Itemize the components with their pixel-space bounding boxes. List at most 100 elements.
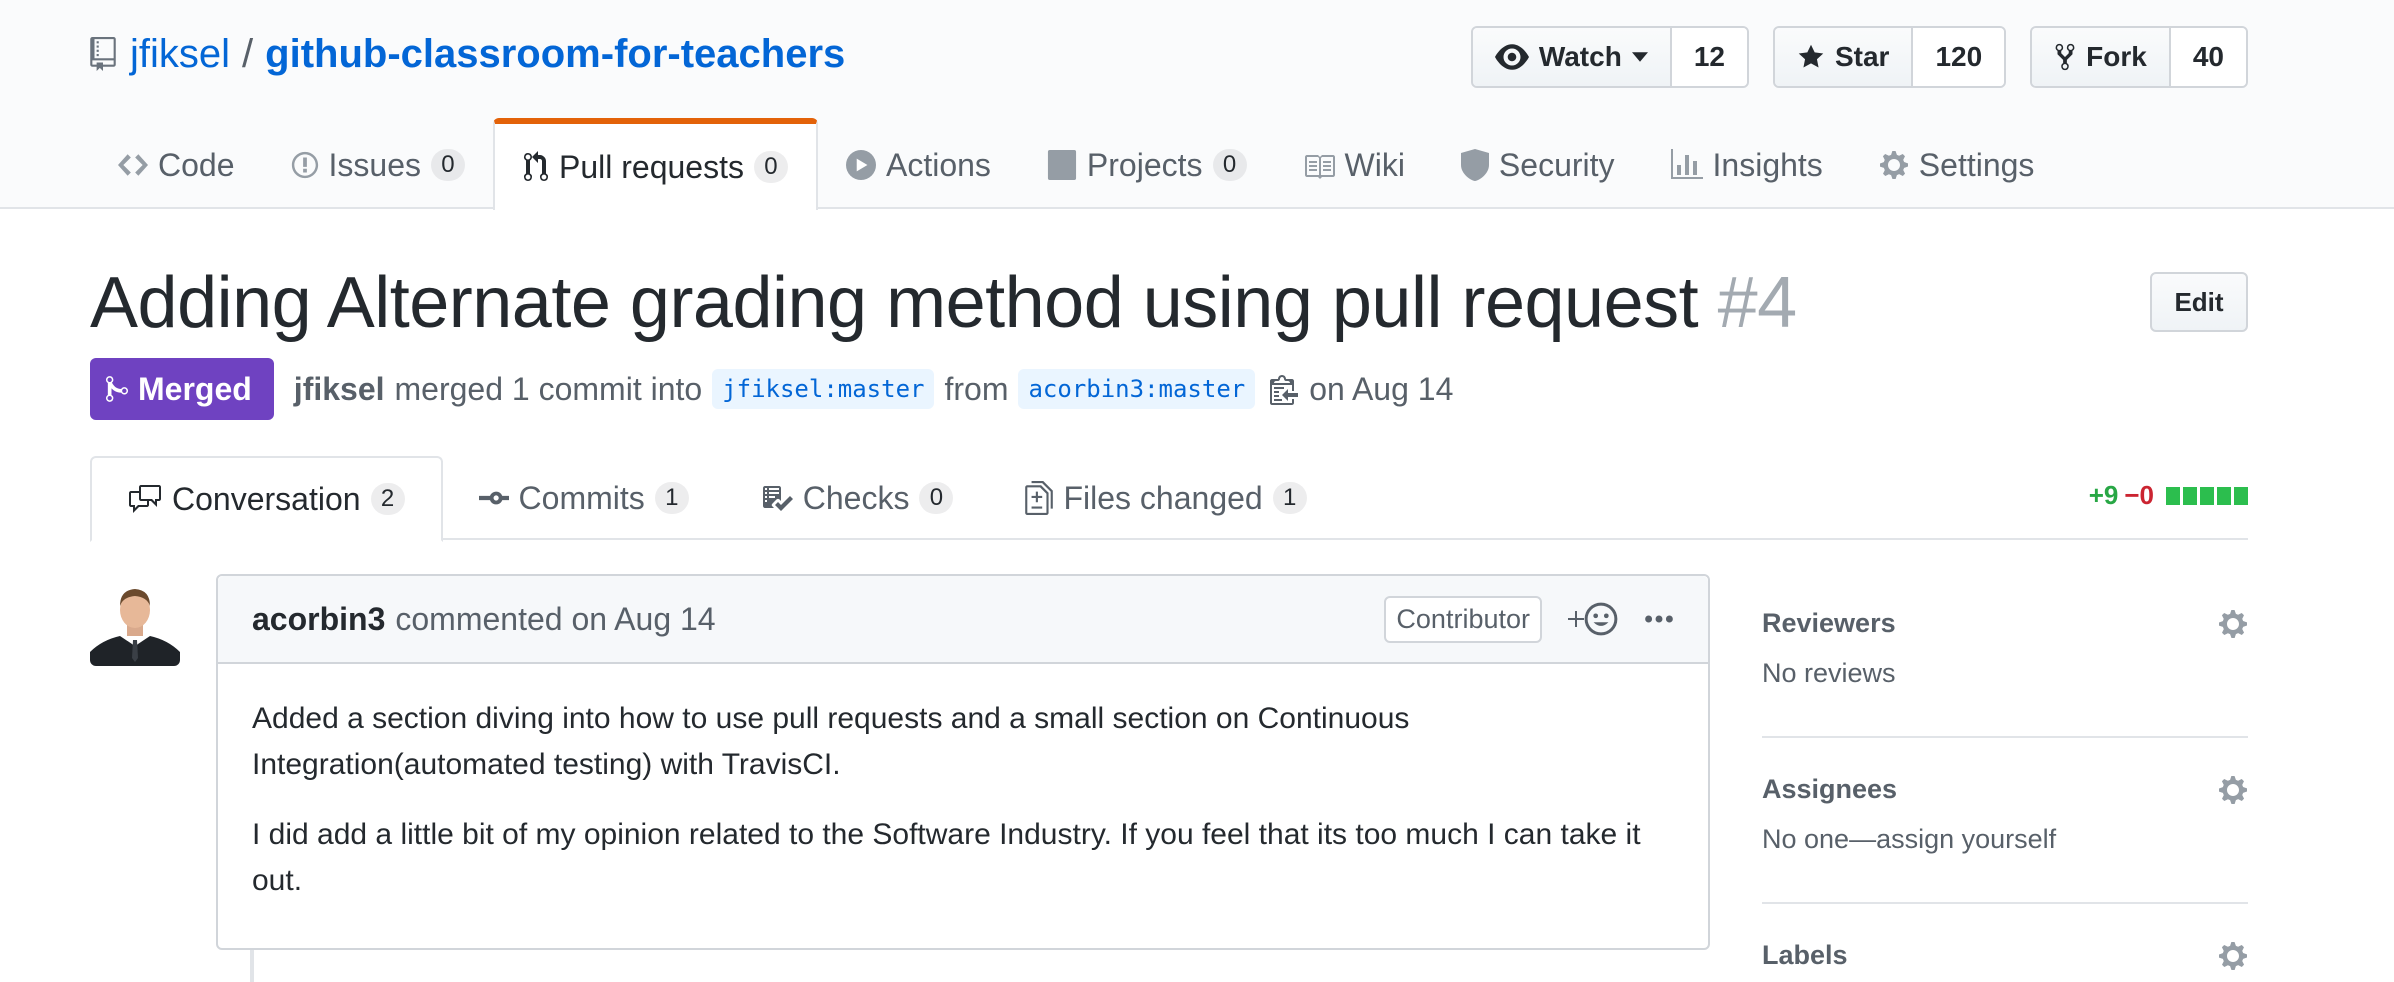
comment-author-link[interactable]: acorbin3 [252, 601, 385, 638]
fork-button[interactable]: Fork [2032, 28, 2171, 86]
shield-icon [1460, 149, 1489, 181]
play-icon [845, 150, 876, 180]
add-reaction-button[interactable] [1568, 602, 1618, 636]
labels-heading: Labels [1762, 939, 1848, 970]
head-branch[interactable]: acorbin3:master [1018, 369, 1256, 409]
star-icon [1797, 43, 1825, 71]
repo-nav-insights-label: Insights [1712, 146, 1823, 183]
watch-label: Watch [1538, 41, 1622, 72]
issues-counter: 0 [430, 149, 465, 181]
tab-conversation[interactable]: Conversation 2 [90, 456, 443, 542]
contributor-label: Contributor [1384, 595, 1542, 643]
sidebar-assignees: Assignees No one—assign yourself [1762, 738, 2248, 904]
tab-conversation-label: Conversation [172, 480, 361, 517]
pr-number: #4 [1717, 263, 1798, 343]
repo-nav: Code Issues 0 Pull requests 0 Actions Pr… [90, 118, 2063, 210]
labels-gear-icon[interactable] [2218, 940, 2248, 972]
comment-timestamp[interactable]: commented on Aug 14 [395, 601, 715, 638]
repo-name-link[interactable]: github-classroom-for-teachers [265, 32, 845, 77]
repo-title: jfiksel / github-classroom-for-teachers [90, 28, 845, 80]
comment-discussion-icon [128, 483, 162, 515]
conversation-counter: 2 [370, 483, 405, 515]
commits-counter: 1 [654, 482, 689, 514]
comment-paragraph: I did add a little bit of my opinion rel… [252, 818, 1641, 897]
pr-tabnav: Conversation 2 Commits 1 Checks 0 Files … [90, 456, 2248, 542]
repo-nav-issues-label: Issues [328, 146, 421, 183]
code-icon [118, 152, 148, 178]
commenter-avatar[interactable] [90, 576, 180, 666]
pr-title-text: Adding Alternate grading method using pu… [90, 263, 1699, 343]
eye-icon [1494, 44, 1529, 70]
diffstat-block [2234, 486, 2248, 505]
gear-icon [1879, 149, 1909, 181]
edit-title-button[interactable]: Edit [2150, 272, 2248, 332]
git-pull-request-icon [523, 151, 549, 183]
watch-button[interactable]: Watch [1472, 28, 1672, 86]
reviewers-value: No reviews [1762, 658, 1896, 688]
fork-icon [2054, 42, 2076, 72]
repo-nav-actions-label: Actions [885, 146, 991, 183]
star-button-group: Star 120 [1772, 26, 2007, 88]
repo-nav-security[interactable]: Security [1433, 120, 1643, 210]
tab-checks-label: Checks [802, 479, 910, 516]
assignees-value[interactable]: No one—assign yourself [1762, 824, 2248, 864]
comment-header: acorbin3 commented on Aug 14 Contributor [218, 576, 1708, 664]
plus-icon [1568, 611, 1584, 627]
repo-nav-projects[interactable]: Projects 0 [1019, 120, 1275, 210]
repo-nav-security-label: Security [1498, 146, 1615, 183]
diffstat-block [2183, 486, 2197, 505]
star-count[interactable]: 120 [1913, 28, 2005, 86]
repo-nav-pull-requests[interactable]: Pull requests 0 [492, 118, 818, 210]
tab-checks[interactable]: Checks 0 [725, 456, 990, 540]
tab-commits[interactable]: Commits 1 [443, 456, 725, 540]
reviewers-heading: Reviewers [1762, 607, 1896, 638]
repo-nav-wiki[interactable]: Wiki [1275, 120, 1433, 210]
diffstat: +9 −0 [2089, 480, 2248, 511]
star-button[interactable]: Star [1774, 28, 1914, 86]
star-label: Star [1834, 41, 1890, 72]
fork-label: Fork [2086, 41, 2147, 72]
diffstat-block [2166, 486, 2180, 505]
comment-paragraph: Added a section diving into how to use p… [252, 702, 1410, 781]
tab-files-changed-label: Files changed [1063, 479, 1263, 516]
sidebar-labels: Labels [1762, 904, 2248, 978]
repo-nav-projects-label: Projects [1086, 146, 1203, 183]
diffstat-block [2200, 486, 2214, 505]
repo-nav-actions[interactable]: Actions [818, 120, 1019, 210]
repo-nav-settings-label: Settings [1918, 146, 2035, 183]
repo-nav-code[interactable]: Code [90, 120, 263, 210]
base-branch[interactable]: jfiksel:master [712, 369, 935, 409]
clippy-icon[interactable] [1269, 373, 1299, 405]
repo-nav-wiki-label: Wiki [1344, 146, 1405, 183]
repo-nav-insights[interactable]: Insights [1643, 120, 1851, 210]
repo-nav-issues[interactable]: Issues 0 [263, 120, 493, 210]
kebab-horizontal-icon[interactable] [1644, 614, 1674, 624]
repo-nav-settings[interactable]: Settings [1851, 120, 2063, 210]
diffstat-block [2217, 486, 2231, 505]
repo-path-separator: / [242, 31, 254, 76]
file-diff-icon [1025, 481, 1054, 515]
caret-down-icon [1631, 52, 1648, 62]
merged-state-badge: Merged [90, 358, 274, 420]
comment-box: acorbin3 commented on Aug 14 Contributor… [216, 574, 1710, 950]
watch-button-group: Watch 12 [1470, 26, 1749, 88]
projects-counter: 0 [1212, 149, 1247, 181]
repo-header: jfiksel / github-classroom-for-teachers … [0, 0, 2394, 210]
comment-body: Added a section diving into how to use p… [218, 664, 1708, 960]
diffstat-blocks [2166, 486, 2248, 505]
assignees-gear-icon[interactable] [2218, 774, 2248, 806]
pr-state-line: Merged jfiksel merged 1 commit into jfik… [90, 358, 1453, 420]
timeline-line [250, 950, 254, 982]
fork-button-group: Fork 40 [2030, 26, 2248, 88]
reviewers-gear-icon[interactable] [2218, 608, 2248, 640]
watch-count[interactable]: 12 [1671, 28, 1747, 86]
fork-count[interactable]: 40 [2170, 28, 2246, 86]
tab-files-changed[interactable]: Files changed 1 [989, 456, 1342, 540]
merger-link[interactable]: jfiksel [294, 371, 385, 408]
merge-date: on Aug 14 [1309, 370, 1454, 407]
graph-icon [1670, 149, 1703, 181]
sidebar-reviewers: Reviewers No reviews [1762, 600, 2248, 738]
repo-owner-link[interactable]: jfiksel [130, 32, 230, 77]
repo-book-icon [90, 37, 116, 71]
pr-sidebar: Reviewers No reviews Assignees No one—as… [1762, 600, 2248, 978]
